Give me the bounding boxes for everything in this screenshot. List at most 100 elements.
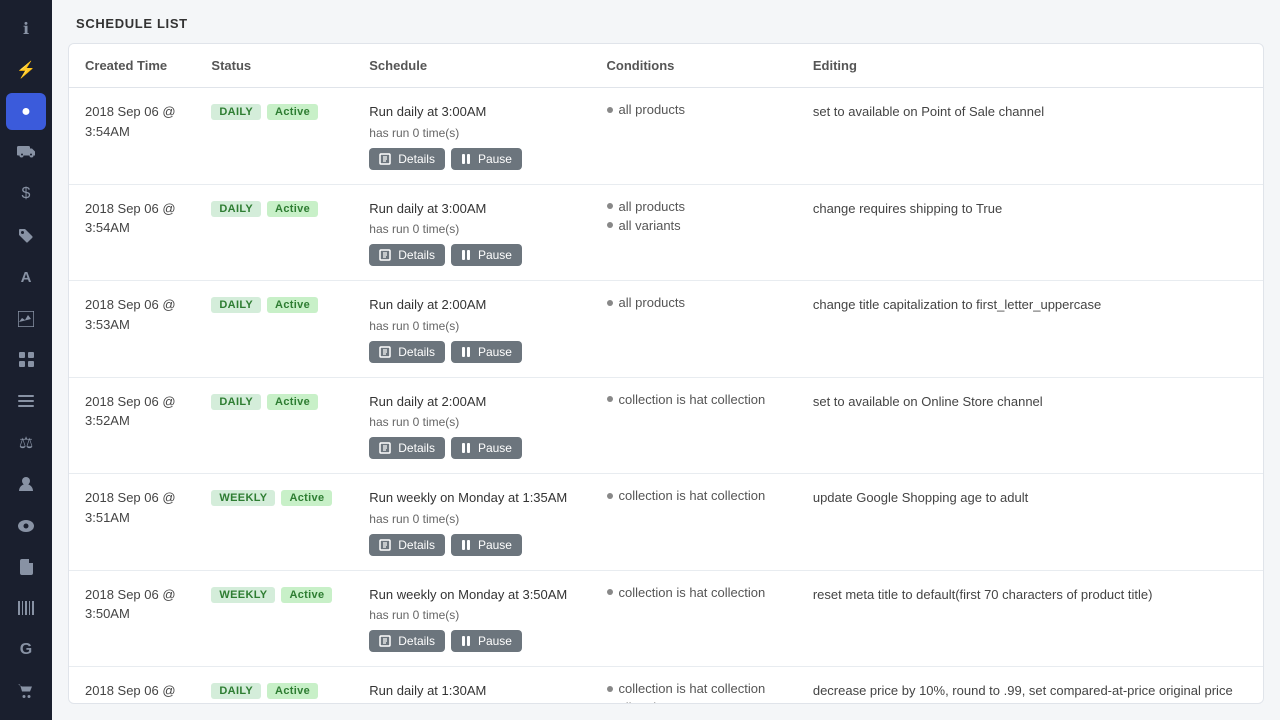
pause-button[interactable]: Pause [451, 244, 522, 266]
details-button[interactable]: Details [369, 534, 445, 556]
badge-type: DAILY [211, 201, 261, 217]
person-icon[interactable] [6, 465, 46, 502]
created-time-cell: 2018 Sep 06 @ 3:54AM [69, 184, 195, 281]
status-cell: DAILYActive [195, 281, 353, 378]
condition-item: collection is hat collection [607, 585, 781, 600]
list-icon[interactable] [6, 383, 46, 420]
condition-item: collection is hat collection [607, 681, 781, 696]
editing-cell: decrease price by 10%, round to .99, set… [797, 667, 1263, 705]
run-count: has run 0 time(s) [369, 126, 574, 140]
condition-item: all products [607, 102, 781, 117]
tag-icon[interactable] [6, 217, 46, 254]
editing-cell: set to available on Point of Sale channe… [797, 88, 1263, 185]
condition-item: collection is hat collection [607, 392, 781, 407]
badge-type: DAILY [211, 297, 261, 313]
created-time-cell: 2018 Sep 06 @ 3:54AM [69, 88, 195, 185]
dollar-icon[interactable]: $ [6, 176, 46, 213]
table-header-row: Created Time Status Schedule Conditions … [69, 44, 1263, 88]
pause-button[interactable]: Pause [451, 148, 522, 170]
conditions-cell: all products [591, 88, 797, 185]
pause-button[interactable]: Pause [451, 534, 522, 556]
font-icon[interactable]: A [6, 258, 46, 295]
schedule-text: Run daily at 1:30AM [369, 681, 574, 701]
status-cell: DAILYActive [195, 377, 353, 474]
g-icon[interactable]: G [6, 631, 46, 668]
condition-text: all variants [619, 700, 681, 704]
table-row: 2018 Sep 06 @ 3:52AM DAILYActiveRun daily… [69, 377, 1263, 474]
badge-status: Active [267, 683, 318, 699]
schedule-cell: Run daily at 2:00AMhas run 0 time(s)Deta… [353, 281, 590, 378]
button-group: Details Pause [369, 534, 574, 556]
condition-dot [607, 203, 613, 209]
sidebar: ℹ ⚡ ● $ A ⚖ [0, 0, 52, 720]
pause-button[interactable]: Pause [451, 341, 522, 363]
condition-dot [607, 589, 613, 595]
condition-text: all products [619, 102, 685, 117]
button-group: Details Pause [369, 244, 574, 266]
created-time-value: 2018 Sep 06 @ 3:54AM [85, 104, 176, 139]
condition-item: collection is hat collection [607, 488, 781, 503]
editing-cell: change title capitalization to first_let… [797, 281, 1263, 378]
condition-item: all products [607, 199, 781, 214]
status-cell: WEEKLYActive [195, 474, 353, 571]
main-content: SCHEDULE LIST Created Time Status Schedu… [52, 0, 1280, 720]
bolt-icon[interactable]: ⚡ [6, 51, 46, 88]
status-cell: DAILY Active [195, 184, 353, 281]
editing-cell: reset meta title to default(first 70 cha… [797, 570, 1263, 667]
condition-dot [607, 396, 613, 402]
schedule-table-container[interactable]: Created Time Status Schedule Conditions … [68, 43, 1264, 704]
table-row: 2018 Sep 06 @ 3:53AM DAILYActiveRun daily… [69, 281, 1263, 378]
schedule-table: Created Time Status Schedule Conditions … [69, 44, 1263, 704]
schedule-icon[interactable]: ● [6, 93, 46, 130]
conditions-cell: collection is hat collection [591, 570, 797, 667]
created-time-value: 2018 Sep 06 @ 3:52AM [85, 394, 176, 429]
pause-button[interactable]: Pause [451, 437, 522, 459]
schedule-text: Run daily at 3:00AM [369, 199, 574, 219]
schedule-cell: Run daily at 1:30AMhas run 0 time(s)Deta… [353, 667, 590, 705]
schedule-cell: Run weekly on Monday at 1:35AMhas run 0 … [353, 474, 590, 571]
badge-type: WEEKLY [211, 587, 275, 603]
pause-button[interactable]: Pause [451, 630, 522, 652]
details-button[interactable]: Details [369, 244, 445, 266]
table-row: 2018 Sep 06 @ 3:54AMDAILYActiveRun daily… [69, 88, 1263, 185]
info-icon[interactable]: ℹ [6, 10, 46, 47]
eye-icon[interactable] [6, 507, 46, 544]
details-button[interactable]: Details [369, 148, 445, 170]
doc-icon[interactable] [6, 548, 46, 585]
badge-status: Active [267, 201, 318, 217]
condition-dot [607, 493, 613, 499]
chart-icon[interactable] [6, 300, 46, 337]
condition-text: collection is hat collection [619, 585, 766, 600]
truck-icon[interactable] [6, 134, 46, 171]
condition-text: collection is hat collection [619, 488, 766, 503]
schedule-cell: Run daily at 2:00AMhas run 0 time(s)Deta… [353, 377, 590, 474]
created-time-value: 2018 Sep 06 @ 3:49AM [85, 683, 176, 704]
created-time-value: 2018 Sep 06 @ 3:53AM [85, 297, 176, 332]
schedule-text: Run daily at 3:00AM [369, 102, 574, 122]
barcode-icon[interactable] [6, 590, 46, 627]
balance-icon[interactable]: ⚖ [6, 424, 46, 461]
badge-type: DAILY [211, 683, 261, 699]
condition-dot [607, 222, 613, 228]
details-button[interactable]: Details [369, 630, 445, 652]
badge-type: WEEKLY [211, 490, 275, 506]
button-group: Details Pause [369, 341, 574, 363]
details-button[interactable]: Details [369, 341, 445, 363]
badge-status: Active [281, 587, 332, 603]
details-button[interactable]: Details [369, 437, 445, 459]
conditions-cell: all products [591, 281, 797, 378]
run-count: has run 0 time(s) [369, 512, 574, 526]
col-status: Status [195, 44, 353, 88]
created-time-cell: 2018 Sep 06 @ 3:53AM [69, 281, 195, 378]
created-time-cell: 2018 Sep 06 @ 3:49AM [69, 667, 195, 705]
button-group: Details Pause [369, 630, 574, 652]
grid-icon[interactable] [6, 341, 46, 378]
run-count: has run 0 time(s) [369, 222, 574, 236]
cart-icon[interactable] [6, 673, 46, 710]
schedule-cell: Run weekly on Monday at 3:50AMhas run 0 … [353, 570, 590, 667]
button-group: Details Pause [369, 437, 574, 459]
created-time-cell: 2018 Sep 06 @ 3:50AM [69, 570, 195, 667]
run-count: has run 0 time(s) [369, 415, 574, 429]
condition-item: all products [607, 295, 781, 310]
conditions-cell: all productsall variants [591, 184, 797, 281]
